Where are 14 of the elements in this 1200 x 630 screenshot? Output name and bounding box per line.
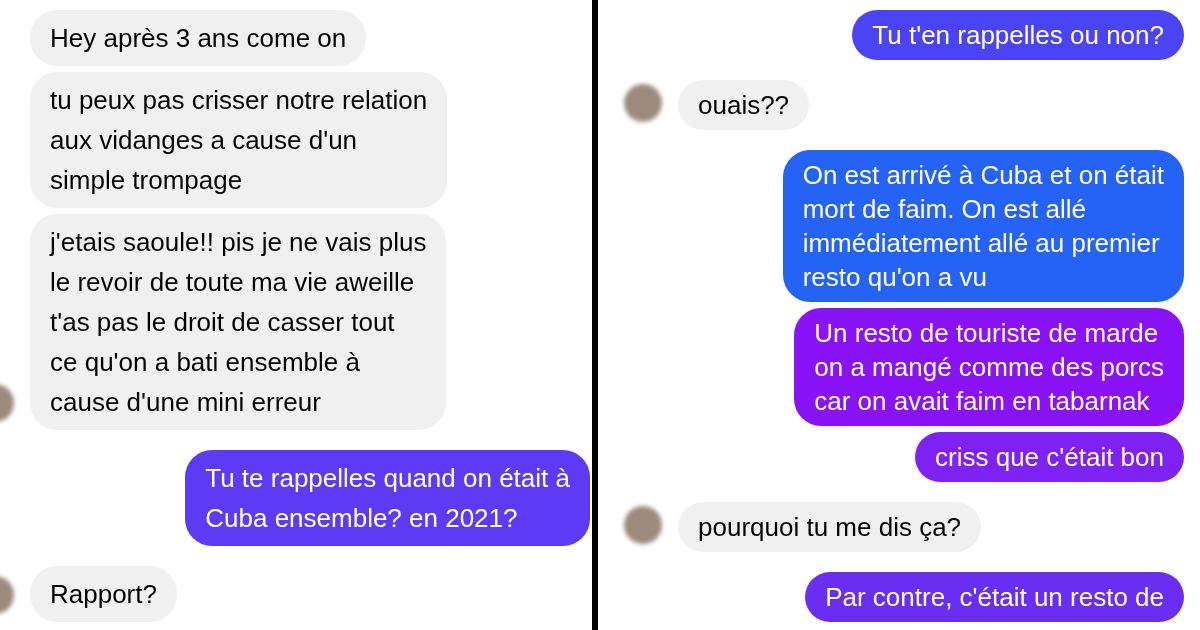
message-bubble: criss que c'était bon [915,432,1184,482]
message-bubble: pourquoi tu me dis ça? [678,502,982,552]
message-bubble: Hey après 3 ans come on [30,10,367,66]
avatar [624,84,662,122]
message-bubble: ouais?? [678,80,810,130]
message-bubble: j'etais saoule!! pis je ne vais plus le revoir de toute ma vie aweille t'as pas le droit de casser tout ce qu'on a bati ensemble à cause d'une mini erreur [30,214,447,430]
message-bubble: Tu te rappelles quand on était à Cuba ensemble? en 2021? [185,450,590,546]
message-bubble: Par contre, c'était un resto de [805,572,1184,622]
message-bubble: Rapport? [30,566,177,622]
message-bubble: Tu t'en rappelles ou non? [852,10,1184,60]
avatar [624,506,662,544]
message-bubble: On est arrivé à Cuba et on était mort de faim. On est allé immédiatement allé au premier resto qu'on a vu [782,150,1184,302]
message-bubble: tu peux pas crisser notre relation aux vidanges a cause d'un simple trompage [30,72,448,208]
message-bubble: Un resto de touriste de marde on a mangé comme des porcs car on avait faim en tabarnak [794,308,1184,426]
